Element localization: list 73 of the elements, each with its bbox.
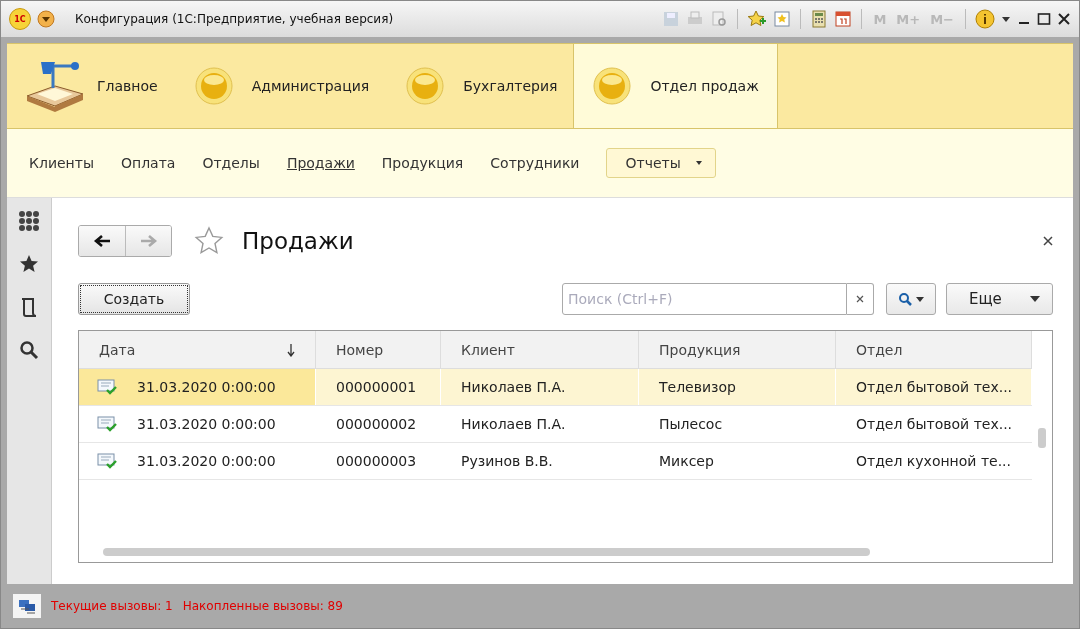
table-cell: 31.03.2020 0:00:00 xyxy=(137,416,276,432)
star-icon[interactable] xyxy=(19,254,39,274)
calculator-icon[interactable] xyxy=(810,10,829,28)
table-cell: Николаев П.А. xyxy=(461,416,566,432)
table-cell: 000000001 xyxy=(336,379,417,395)
table-cell: Отдел бытовой тех... xyxy=(856,416,1013,432)
right-arrow-icon xyxy=(139,234,158,248)
search-icon[interactable] xyxy=(19,340,39,360)
table-cell: 000000003 xyxy=(336,453,417,469)
reports-button[interactable]: Отчеты xyxy=(606,148,716,178)
status-text: Накопленные вызовы: 89 xyxy=(182,599,343,613)
table-cell: Пылесос xyxy=(659,416,723,432)
close-icon[interactable] xyxy=(1043,236,1053,246)
table-cell: Отдел кухонной те... xyxy=(856,453,1011,469)
table-cell: 31.03.2020 0:00:00 xyxy=(137,379,276,395)
orb-icon xyxy=(405,66,446,106)
nav-link[interactable]: Сотрудники xyxy=(490,155,580,171)
column-header[interactable]: Клиент xyxy=(441,331,639,368)
dropdown-icon[interactable] xyxy=(37,10,55,28)
nav-link[interactable]: Клиенты xyxy=(29,155,94,171)
nav-link[interactable]: Продажи xyxy=(286,155,355,171)
table-cell: Миксер xyxy=(659,453,714,469)
history-scroll-icon[interactable] xyxy=(20,296,38,318)
caret-icon xyxy=(694,160,703,166)
scrollbar-thumb[interactable] xyxy=(103,548,870,556)
column-header[interactable]: Дата xyxy=(79,331,316,368)
info-icon[interactable] xyxy=(975,9,995,29)
table-row[interactable]: 31.03.2020 0:00:00 000000001 Николаев П.А. Телевизор Отдел бытовой тех... xyxy=(79,369,1032,406)
table-cell: Телевизор xyxy=(659,379,736,395)
table-cell: Николаев П.А. xyxy=(461,379,566,395)
table-cell: 31.03.2020 0:00:00 xyxy=(137,453,276,469)
nav-link[interactable]: Оплата xyxy=(120,155,176,171)
caret-icon xyxy=(916,296,924,302)
left-arrow-icon xyxy=(93,234,111,248)
section-tab[interactable]: Главное xyxy=(7,44,174,128)
table-row[interactable]: 31.03.2020 0:00:00 000000002 Николаев П.А. Пылесос Отдел бытовой тех... xyxy=(79,406,1032,443)
nav-link[interactable]: Отделы xyxy=(202,155,260,171)
table-row[interactable]: 31.03.2020 0:00:00 000000003 Рузинов В.В. Миксер Отдел кухонной те... xyxy=(79,443,1032,480)
orb-icon xyxy=(592,66,633,106)
status-text: Текущие вызовы: 1 xyxy=(51,599,173,613)
section-tab[interactable]: Администрация xyxy=(173,44,386,128)
close-icon[interactable] xyxy=(1057,12,1071,26)
posted-document-icon xyxy=(97,416,117,432)
orb-icon xyxy=(193,66,234,106)
table-cell: 000000002 xyxy=(336,416,417,432)
star-outline-icon[interactable] xyxy=(194,226,224,256)
more-button[interactable]: Еще xyxy=(946,283,1053,315)
posted-document-icon xyxy=(97,379,117,395)
section-tab[interactable]: Отдел продаж xyxy=(573,44,778,128)
window-title: Конфигурация (1С:Предприятие, учебная версия) xyxy=(75,12,394,26)
column-header[interactable]: Продукция xyxy=(639,331,836,368)
search-field[interactable]: Поиск (Ctrl+F) xyxy=(562,283,847,315)
calendar-icon[interactable] xyxy=(834,10,853,28)
search-options-button[interactable] xyxy=(886,283,936,315)
search-icon xyxy=(898,292,912,306)
posted-document-icon xyxy=(97,453,117,469)
maximize-icon[interactable] xyxy=(1037,12,1051,26)
clear-icon xyxy=(856,295,864,303)
app-logo[interactable]: 1С xyxy=(9,8,31,30)
section-tab[interactable]: Бухгалтерия xyxy=(385,44,574,128)
star-add-icon[interactable] xyxy=(747,10,768,28)
grid-menu-icon[interactable] xyxy=(18,210,40,232)
column-header[interactable]: Номер xyxy=(316,331,441,368)
table-cell: Отдел бытовой тех... xyxy=(856,379,1013,395)
table-cell: Рузинов В.В. xyxy=(461,453,553,469)
caret-icon xyxy=(1030,296,1040,302)
page-title: Продажи xyxy=(242,228,354,254)
back-button[interactable] xyxy=(79,226,125,256)
create-button[interactable]: Создать xyxy=(78,283,190,315)
network-computers-icon[interactable] xyxy=(13,594,41,618)
scrollbar-thumb[interactable] xyxy=(1038,428,1046,448)
caret-icon[interactable] xyxy=(1001,15,1011,23)
nav-link[interactable]: Продукция xyxy=(381,155,464,171)
